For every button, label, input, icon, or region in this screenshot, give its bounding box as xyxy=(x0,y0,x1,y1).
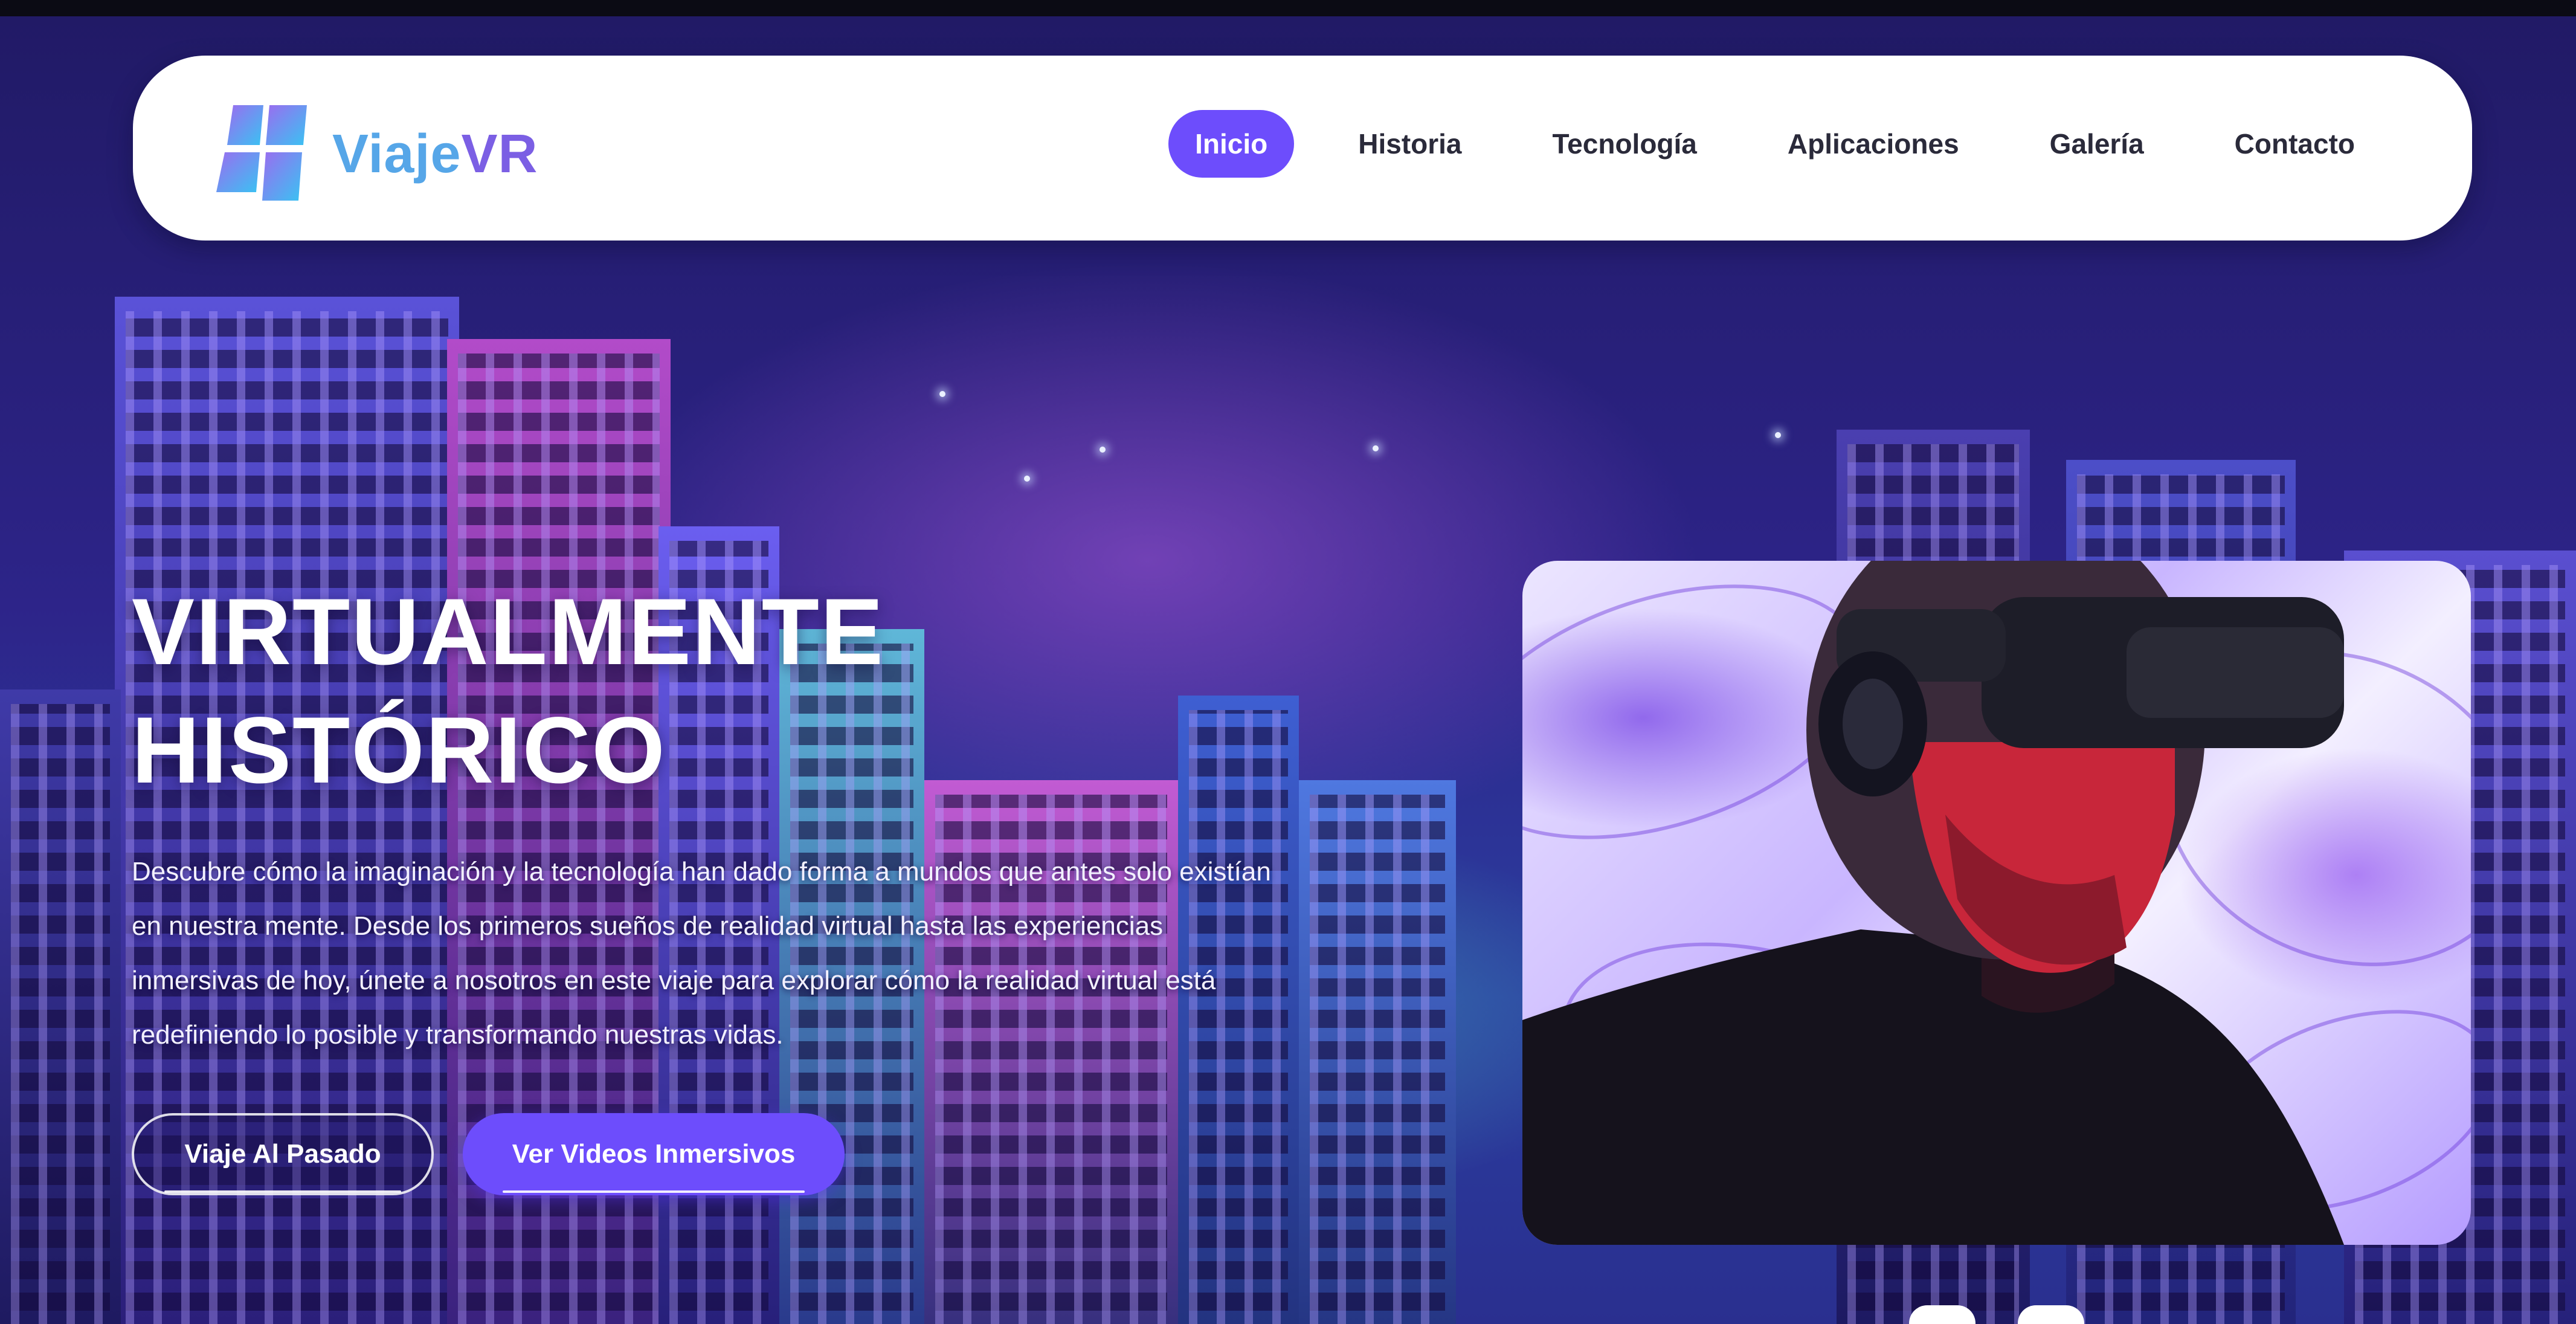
nav-item-inicio[interactable]: Inicio xyxy=(1168,110,1295,178)
hero-title-line2: HISTÓRICO xyxy=(132,698,666,803)
top-bar xyxy=(0,0,2576,16)
nav-item-historia[interactable]: Historia xyxy=(1331,110,1488,178)
hero-media-card xyxy=(1522,561,2471,1245)
button-underline xyxy=(503,1190,805,1193)
star xyxy=(939,391,945,397)
star xyxy=(1373,445,1379,451)
nav-item-aplicaciones[interactable]: Aplicaciones xyxy=(1761,110,1986,178)
building xyxy=(1299,780,1456,1324)
viaje-al-pasado-button[interactable]: Viaje Al Pasado xyxy=(132,1113,434,1195)
main-nav: Inicio Historia Tecnología Aplicaciones … xyxy=(1168,110,2381,178)
grid-logo-icon[interactable] xyxy=(216,105,307,201)
man-wearing-vr-headset-image xyxy=(1522,561,2344,1245)
brand-name[interactable]: ViajeVR xyxy=(332,123,538,186)
star xyxy=(1775,432,1781,438)
ver-videos-inmersivos-button[interactable]: Ver Videos Inmersivos xyxy=(463,1113,845,1195)
hero-title: VIRTUALMENTE HISTÓRICO xyxy=(132,573,884,810)
carousel-dot[interactable] xyxy=(1909,1305,1975,1324)
star xyxy=(1100,447,1106,453)
carousel-dot[interactable] xyxy=(2018,1305,2084,1324)
nav-item-contacto[interactable]: Contacto xyxy=(2208,110,2381,178)
brand-name-part1: Viaje xyxy=(332,124,462,184)
hero-title-line1: VIRTUALMENTE xyxy=(132,580,884,685)
building xyxy=(0,689,121,1324)
button-underline xyxy=(164,1190,401,1193)
hero-description: Descubre cómo la imaginación y la tecnol… xyxy=(132,857,1271,1050)
brand-name-part2: VR xyxy=(461,124,538,184)
nav-item-galeria[interactable]: Galería xyxy=(2023,110,2171,178)
star xyxy=(1024,476,1030,482)
navigation-bar: ViajeVR Inicio Historia Tecnología Aplic… xyxy=(133,56,2472,241)
nav-item-tecnologia[interactable]: Tecnología xyxy=(1526,110,1724,178)
